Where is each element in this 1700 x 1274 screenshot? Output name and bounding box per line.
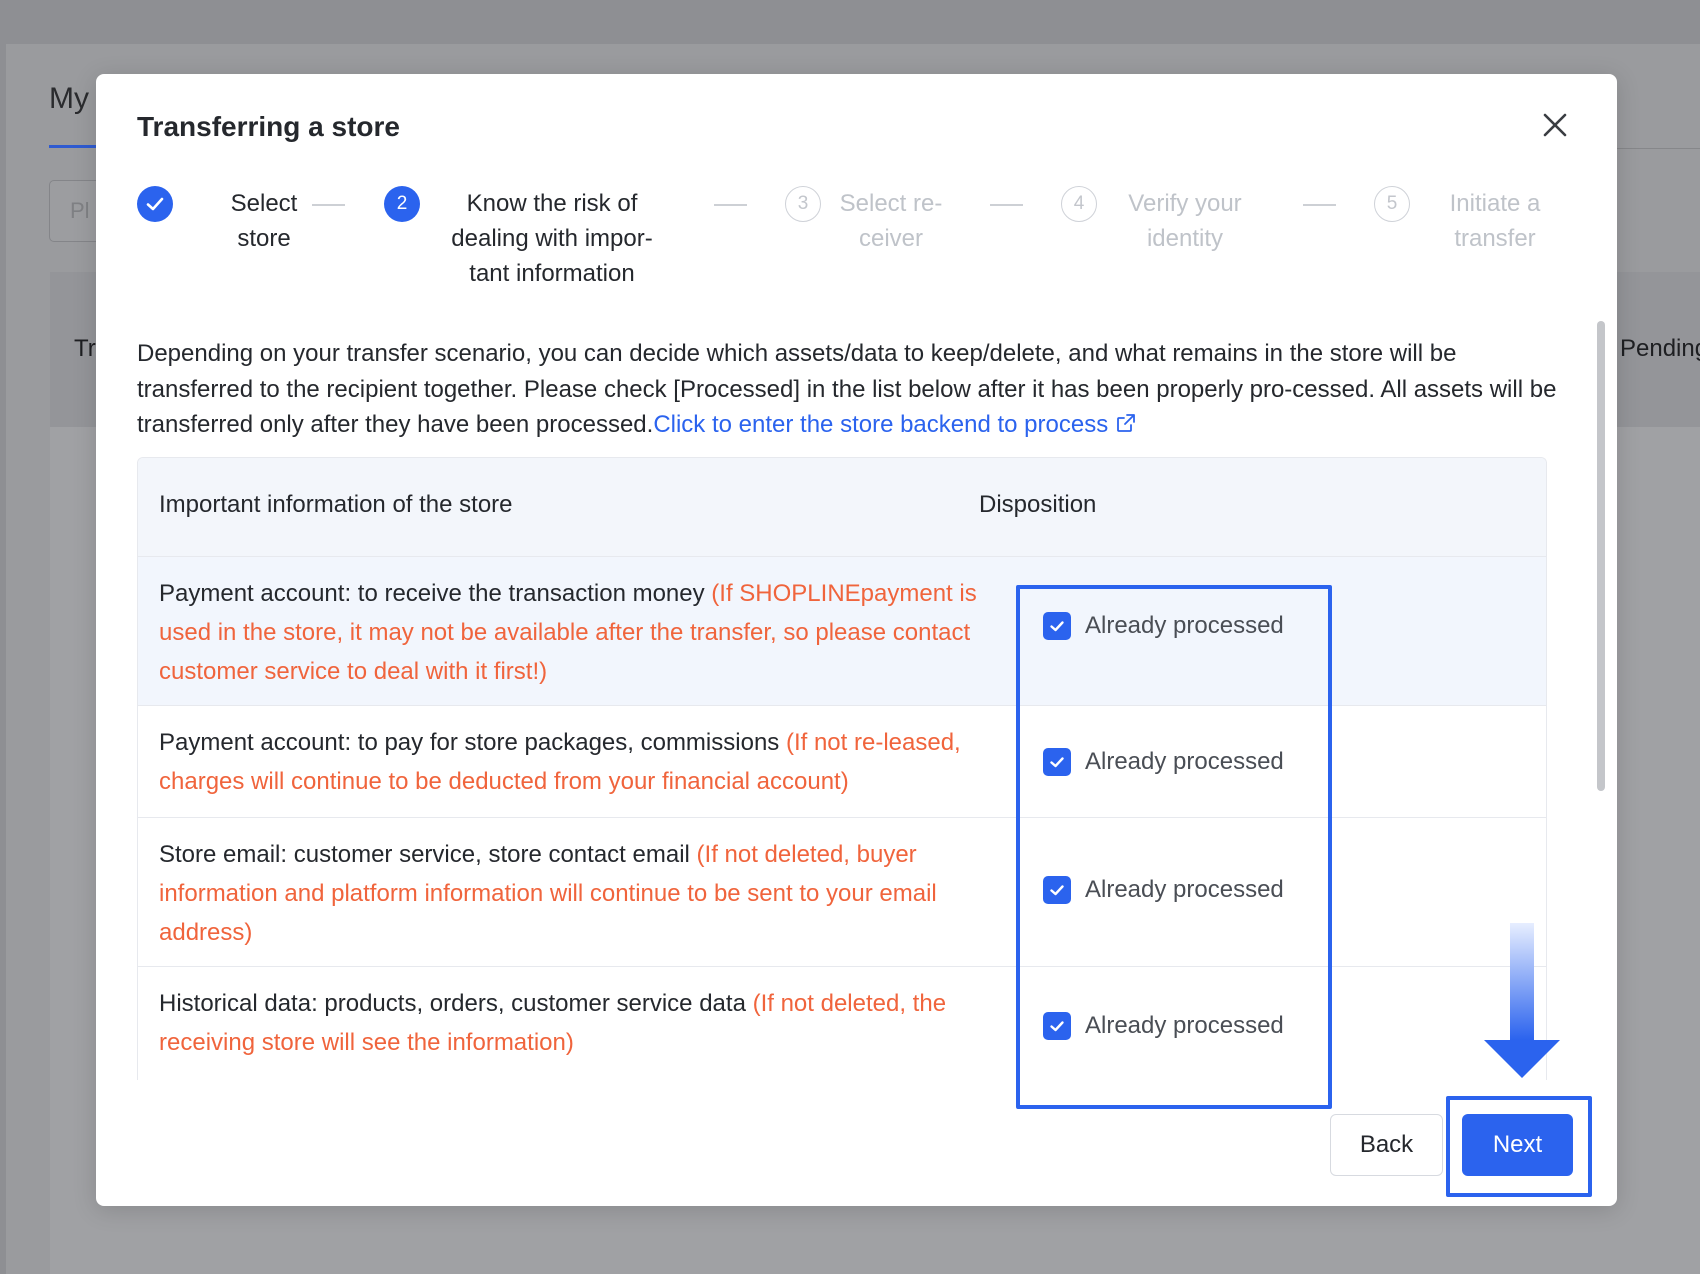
background-header-right: Pending — [1620, 335, 1700, 362]
back-button[interactable]: Back — [1330, 1114, 1443, 1176]
step-2-label: Know the risk of dealing with impor-tant … — [451, 190, 653, 287]
external-link-icon — [1116, 414, 1135, 432]
step-4-number-icon: 4 — [1061, 186, 1097, 222]
intro-text: Depending on your transfer scenario, you… — [137, 336, 1572, 443]
background-divider — [1617, 148, 1700, 149]
step-connector — [990, 204, 1023, 206]
transfer-store-modal: Transferring a store Select store 2 Know … — [96, 74, 1617, 1206]
modal-title: Transferring a store — [137, 111, 400, 142]
row-info: Store email: customer service, store con… — [159, 841, 937, 946]
background-header-left: Tr — [74, 335, 96, 362]
step-3-number-icon: 3 — [785, 186, 821, 222]
table-row: Historical data: products, orders, custo… — [138, 967, 1546, 1080]
table-row: Payment account: to receive the transact… — [138, 557, 1546, 706]
table-row: Store email: customer service, store con… — [138, 818, 1546, 967]
step-2-number-icon: 2 — [384, 186, 420, 222]
column-header-info: Important information of the store — [159, 491, 513, 518]
important-info-table: Important information of the store Dispo… — [137, 457, 1547, 1080]
step-3-label: Select re-ceiver — [839, 190, 943, 252]
close-icon[interactable] — [1538, 108, 1572, 142]
next-highlight-box — [1446, 1096, 1592, 1197]
row-info: Payment account: to pay for store packag… — [159, 729, 961, 795]
arrow-down-icon — [1484, 923, 1560, 1078]
column-header-disposition: Disposition — [979, 491, 1097, 518]
step-connector — [1303, 204, 1336, 206]
table-row: Payment account: to pay for store packag… — [138, 706, 1546, 818]
step-connector — [714, 204, 747, 206]
table-header: Important information of the store Dispo… — [138, 458, 1546, 557]
background-input-placeholder: Pl — [70, 198, 90, 223]
disposition-highlight-box — [1016, 585, 1332, 1109]
step-5-number-icon: 5 — [1374, 186, 1410, 222]
row-info: Historical data: products, orders, custo… — [159, 990, 947, 1056]
step-1-check-icon — [137, 186, 173, 222]
step-connector — [312, 204, 345, 206]
step-4-label: Verify your identity — [1128, 190, 1242, 252]
row-info: Payment account: to receive the transact… — [159, 580, 977, 685]
background-page-title: My — [49, 82, 89, 115]
step-5-label: Initiate a transfer — [1449, 190, 1541, 252]
store-backend-link[interactable]: Click to enter the store backend to proc… — [653, 411, 1137, 438]
background-tab-indicator — [49, 145, 99, 148]
step-1-label: Select store — [230, 190, 298, 252]
modal-scrollbar-thumb[interactable] — [1597, 321, 1605, 791]
